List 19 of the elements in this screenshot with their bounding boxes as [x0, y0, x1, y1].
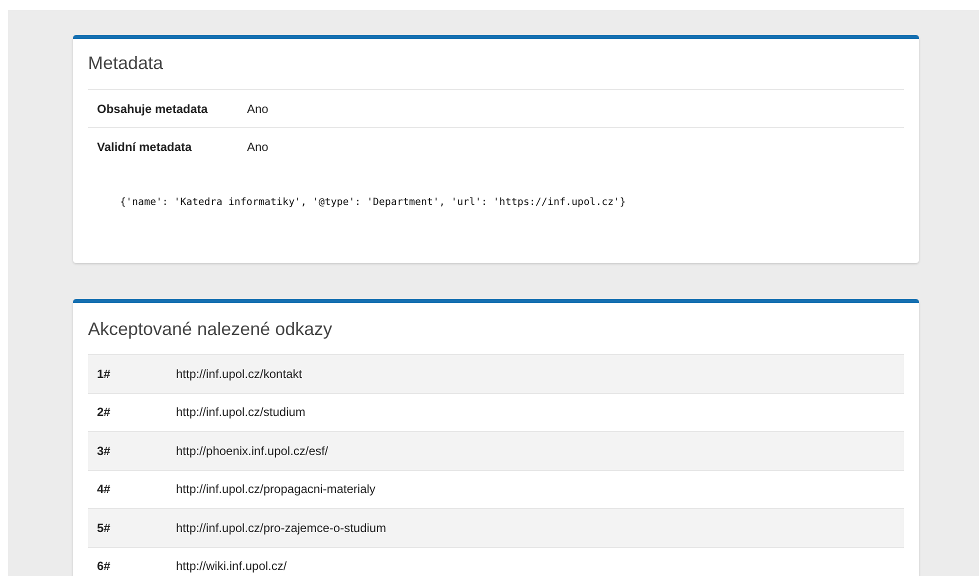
link-url: http://phoenix.inf.upol.cz/esf/ — [176, 444, 328, 458]
property-label: Validní metadata — [96, 140, 193, 154]
row-index: 4# — [96, 482, 112, 496]
link-url: http://inf.upol.cz/pro-zajemce-o-studium — [176, 520, 386, 535]
link-url: http://inf.upol.cz/propagacni-materialy — [176, 482, 376, 496]
row-index: 2# — [96, 405, 112, 420]
property-label: Obsahuje metadata — [96, 102, 209, 116]
link-url: http://inf.upol.cz/studium — [176, 405, 306, 420]
link-url: http://inf.upol.cz/kontakt — [176, 366, 302, 381]
row-index: 1# — [96, 366, 112, 381]
property-value: Ano — [247, 102, 268, 116]
row-index: 6# — [96, 559, 112, 574]
code-text: {'name': 'Katedra informatiky', '@type': 'Department', 'url': 'https://inf.upol.cz'} — [120, 197, 627, 208]
card-title: Metadata — [88, 52, 164, 75]
row-index: 3# — [96, 444, 112, 458]
property-value: Ano — [247, 140, 268, 154]
card-title: Akceptované nalezené odkazy — [88, 318, 334, 341]
link-url: http://wiki.inf.upol.cz/ — [176, 559, 287, 574]
row-index: 5# — [96, 520, 112, 535]
